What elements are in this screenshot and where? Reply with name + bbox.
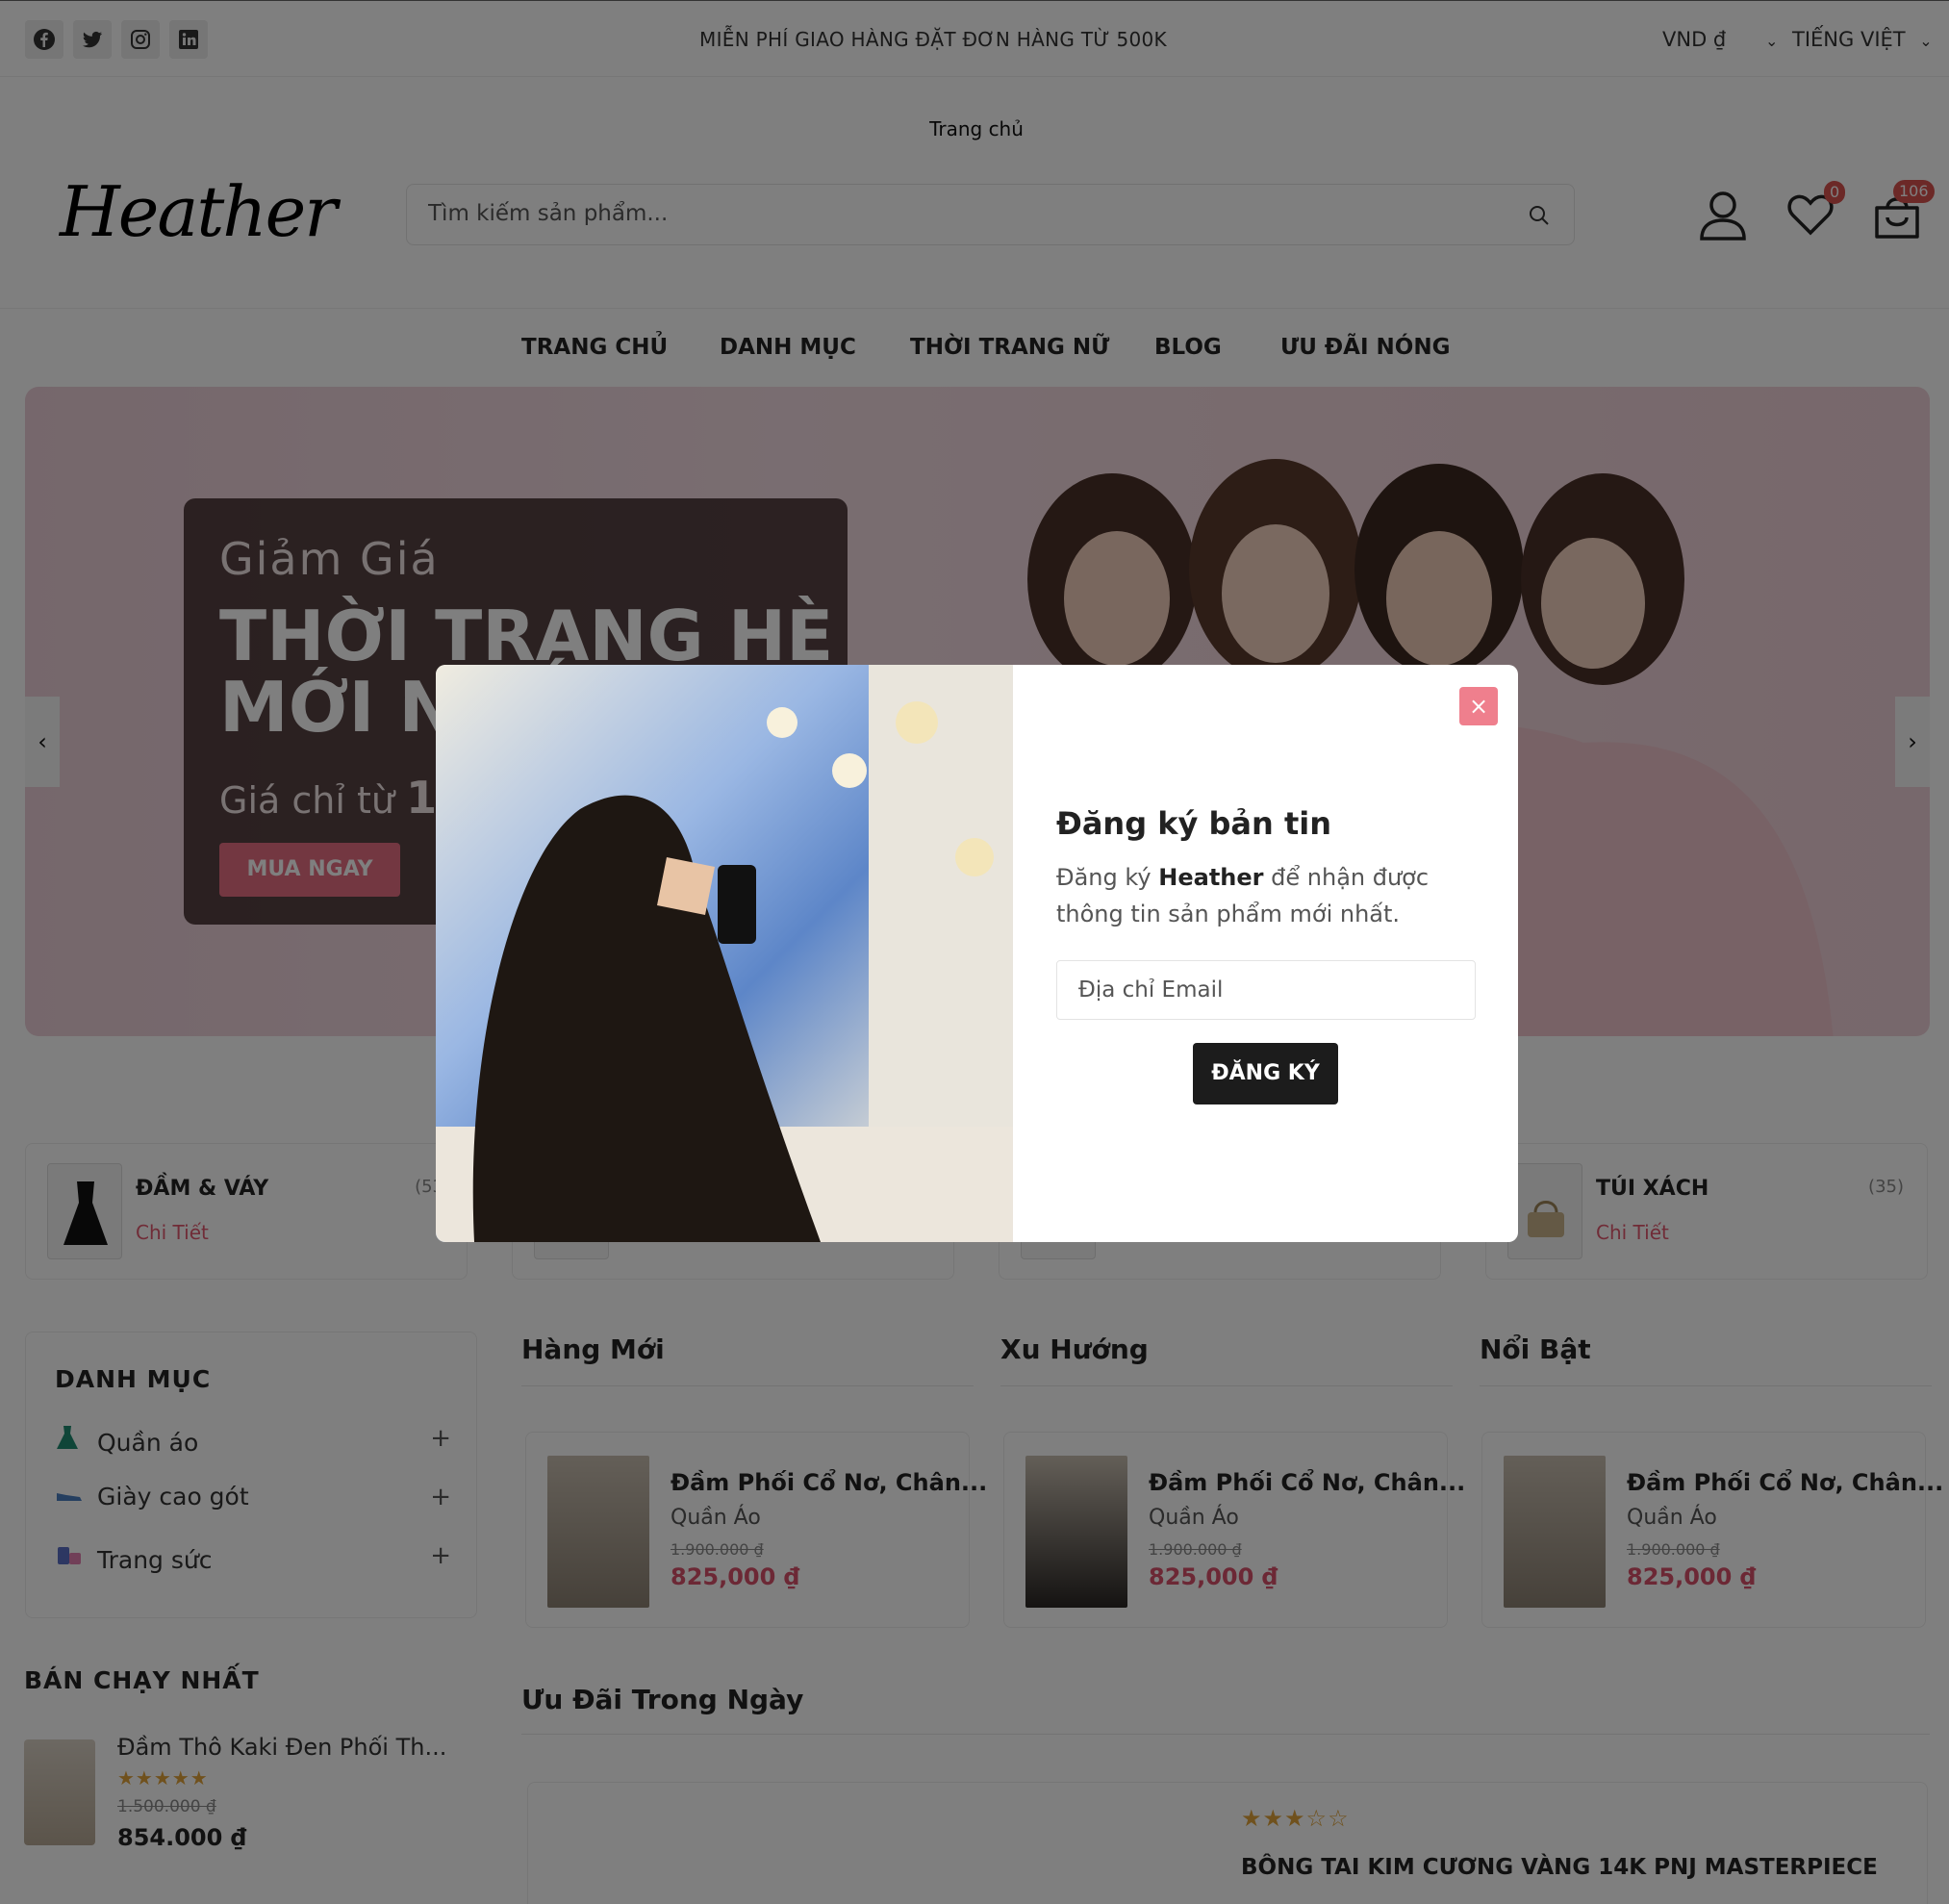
modal-title: Đăng ký bản tin <box>1056 805 1331 842</box>
close-button[interactable]: × <box>1459 687 1498 725</box>
newsletter-image <box>436 665 1013 1242</box>
modal-description: Đăng ký Heather để nhận được thông tin s… <box>1056 859 1460 932</box>
email-field[interactable] <box>1056 960 1476 1020</box>
modal-brand: Heather <box>1158 864 1264 891</box>
newsletter-modal: × Đăng ký bản tin Đăng ký Heather để nhậ… <box>436 665 1518 1242</box>
modal-text-before: Đăng ký <box>1056 864 1152 891</box>
subscribe-button[interactable]: ĐĂNG KÝ <box>1193 1043 1338 1104</box>
